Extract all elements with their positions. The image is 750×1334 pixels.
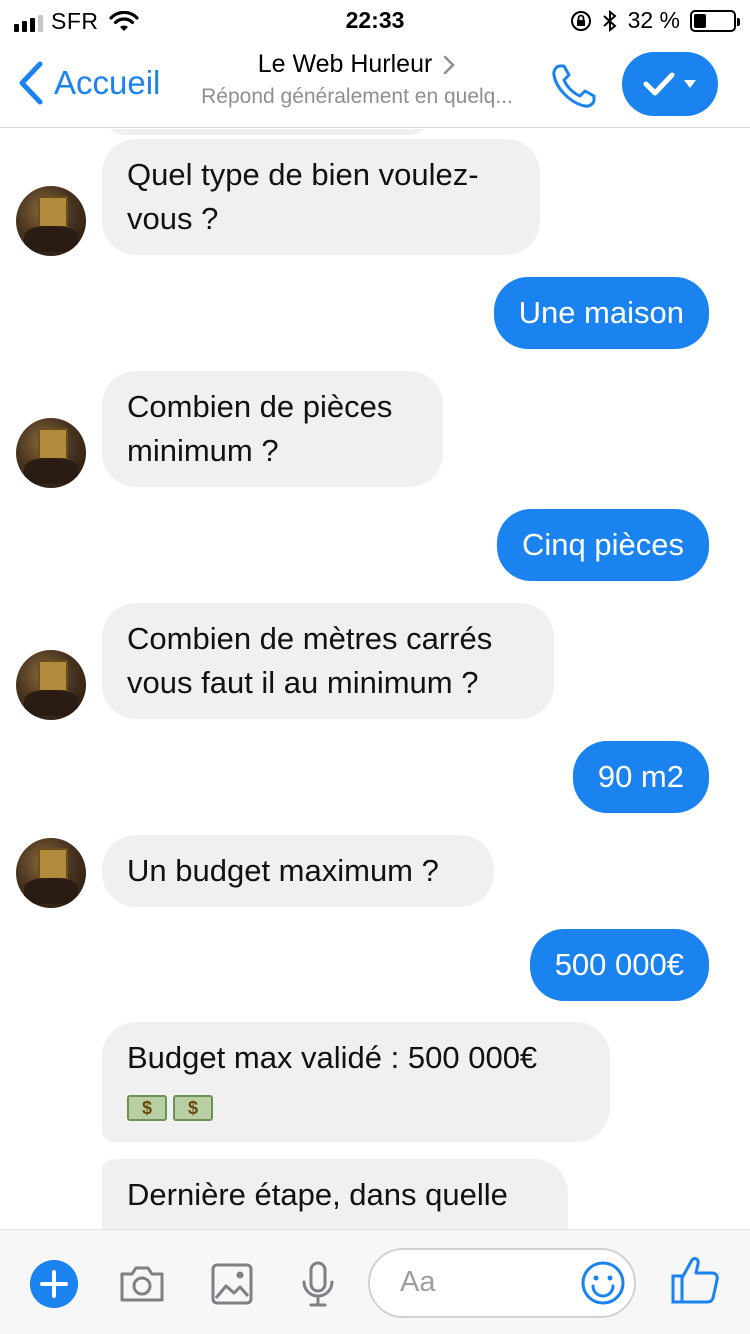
bluetooth-icon xyxy=(602,9,617,32)
money-bag-icon: $ xyxy=(127,1094,167,1121)
message-text: Quel type de bien voulez- xyxy=(127,157,479,192)
status-bar: SFR 22:33 32 % xyxy=(0,0,750,42)
avatar[interactable] xyxy=(16,838,86,908)
message-text: Cinq pièces xyxy=(522,527,684,562)
orientation-lock-icon xyxy=(570,10,591,31)
message-bubble-incoming[interactable]: Combien de mètres carrés vous faut il au… xyxy=(102,603,554,719)
message-text: Budget max validé : 500 000€ xyxy=(127,1040,538,1075)
message-text: minimum ? xyxy=(127,433,279,468)
status-right: 32 % xyxy=(570,7,740,34)
message-bubble-incoming[interactable]: Quel type de bien voulez- vous ? xyxy=(102,139,540,255)
message-bubble-incoming[interactable]: Combien de pièces minimum ? xyxy=(102,371,443,487)
smiley-icon[interactable] xyxy=(580,1260,626,1306)
message-input-placeholder: Aa xyxy=(400,1266,436,1298)
back-button[interactable]: Accueil xyxy=(16,60,160,106)
conversation-title[interactable]: Le Web Hurleur Répond généralement en qu… xyxy=(182,50,532,109)
avatar[interactable] xyxy=(16,186,86,256)
battery-icon xyxy=(690,9,740,32)
avatar[interactable] xyxy=(16,418,86,488)
message-thread[interactable]: Quel type de bien voulez- vous ? Une mai… xyxy=(0,129,750,1229)
message-text: vous ? xyxy=(127,201,219,236)
message-bubble-outgoing[interactable]: 90 m2 xyxy=(572,741,709,813)
camera-icon[interactable] xyxy=(118,1260,166,1308)
message-text: Dernière étape, dans quelle xyxy=(127,1177,508,1212)
battery-percent: 32 % xyxy=(627,7,680,33)
message-bubble-outgoing[interactable]: Une maison xyxy=(493,277,709,349)
checkmark-icon xyxy=(643,72,675,96)
message-bubble-incoming[interactable]: Un budget maximum ? xyxy=(102,835,494,907)
plus-icon[interactable] xyxy=(30,1260,78,1308)
message-text: vous faut il au minimum ? xyxy=(127,665,479,700)
battery-fill xyxy=(694,13,707,28)
contact-name: Le Web Hurleur xyxy=(257,50,433,78)
message-bubble-incoming[interactable]: Budget max validé : 500 000€ $ $ xyxy=(102,1022,610,1142)
actions-button[interactable] xyxy=(622,52,718,116)
message-bubble-partial xyxy=(102,129,432,135)
composer-bar: Aa xyxy=(0,1229,750,1334)
chevron-left-icon xyxy=(19,61,43,105)
caret-down-icon xyxy=(684,80,696,88)
emoji-row: $ $ xyxy=(127,1084,585,1128)
money-bag-icon: $ xyxy=(173,1094,213,1121)
nav-bar: Accueil Le Web Hurleur Répond généraleme… xyxy=(0,42,750,128)
message-bubble-incoming[interactable]: Dernière étape, dans quelle xyxy=(102,1159,568,1229)
chevron-right-icon xyxy=(444,55,456,74)
avatar[interactable] xyxy=(16,650,86,720)
message-text: Combien de mètres carrés xyxy=(127,621,493,656)
message-text: Un budget maximum ? xyxy=(127,853,439,888)
microphone-icon[interactable] xyxy=(294,1260,342,1308)
phone-call-icon[interactable] xyxy=(548,60,600,112)
message-input[interactable]: Aa xyxy=(368,1248,636,1318)
back-label: Accueil xyxy=(54,64,161,101)
image-icon[interactable] xyxy=(208,1260,256,1308)
message-text: Combien de pièces xyxy=(127,389,393,424)
message-text: 500 000€ xyxy=(554,947,684,982)
message-text: 90 m2 xyxy=(597,759,684,794)
response-time-subtitle: Répond généralement en quelq... xyxy=(201,85,513,108)
message-text: Une maison xyxy=(518,295,684,330)
message-bubble-outgoing[interactable]: Cinq pièces xyxy=(497,509,709,581)
thumbs-up-icon[interactable] xyxy=(670,1254,720,1306)
message-bubble-outgoing[interactable]: 500 000€ xyxy=(529,929,709,1001)
